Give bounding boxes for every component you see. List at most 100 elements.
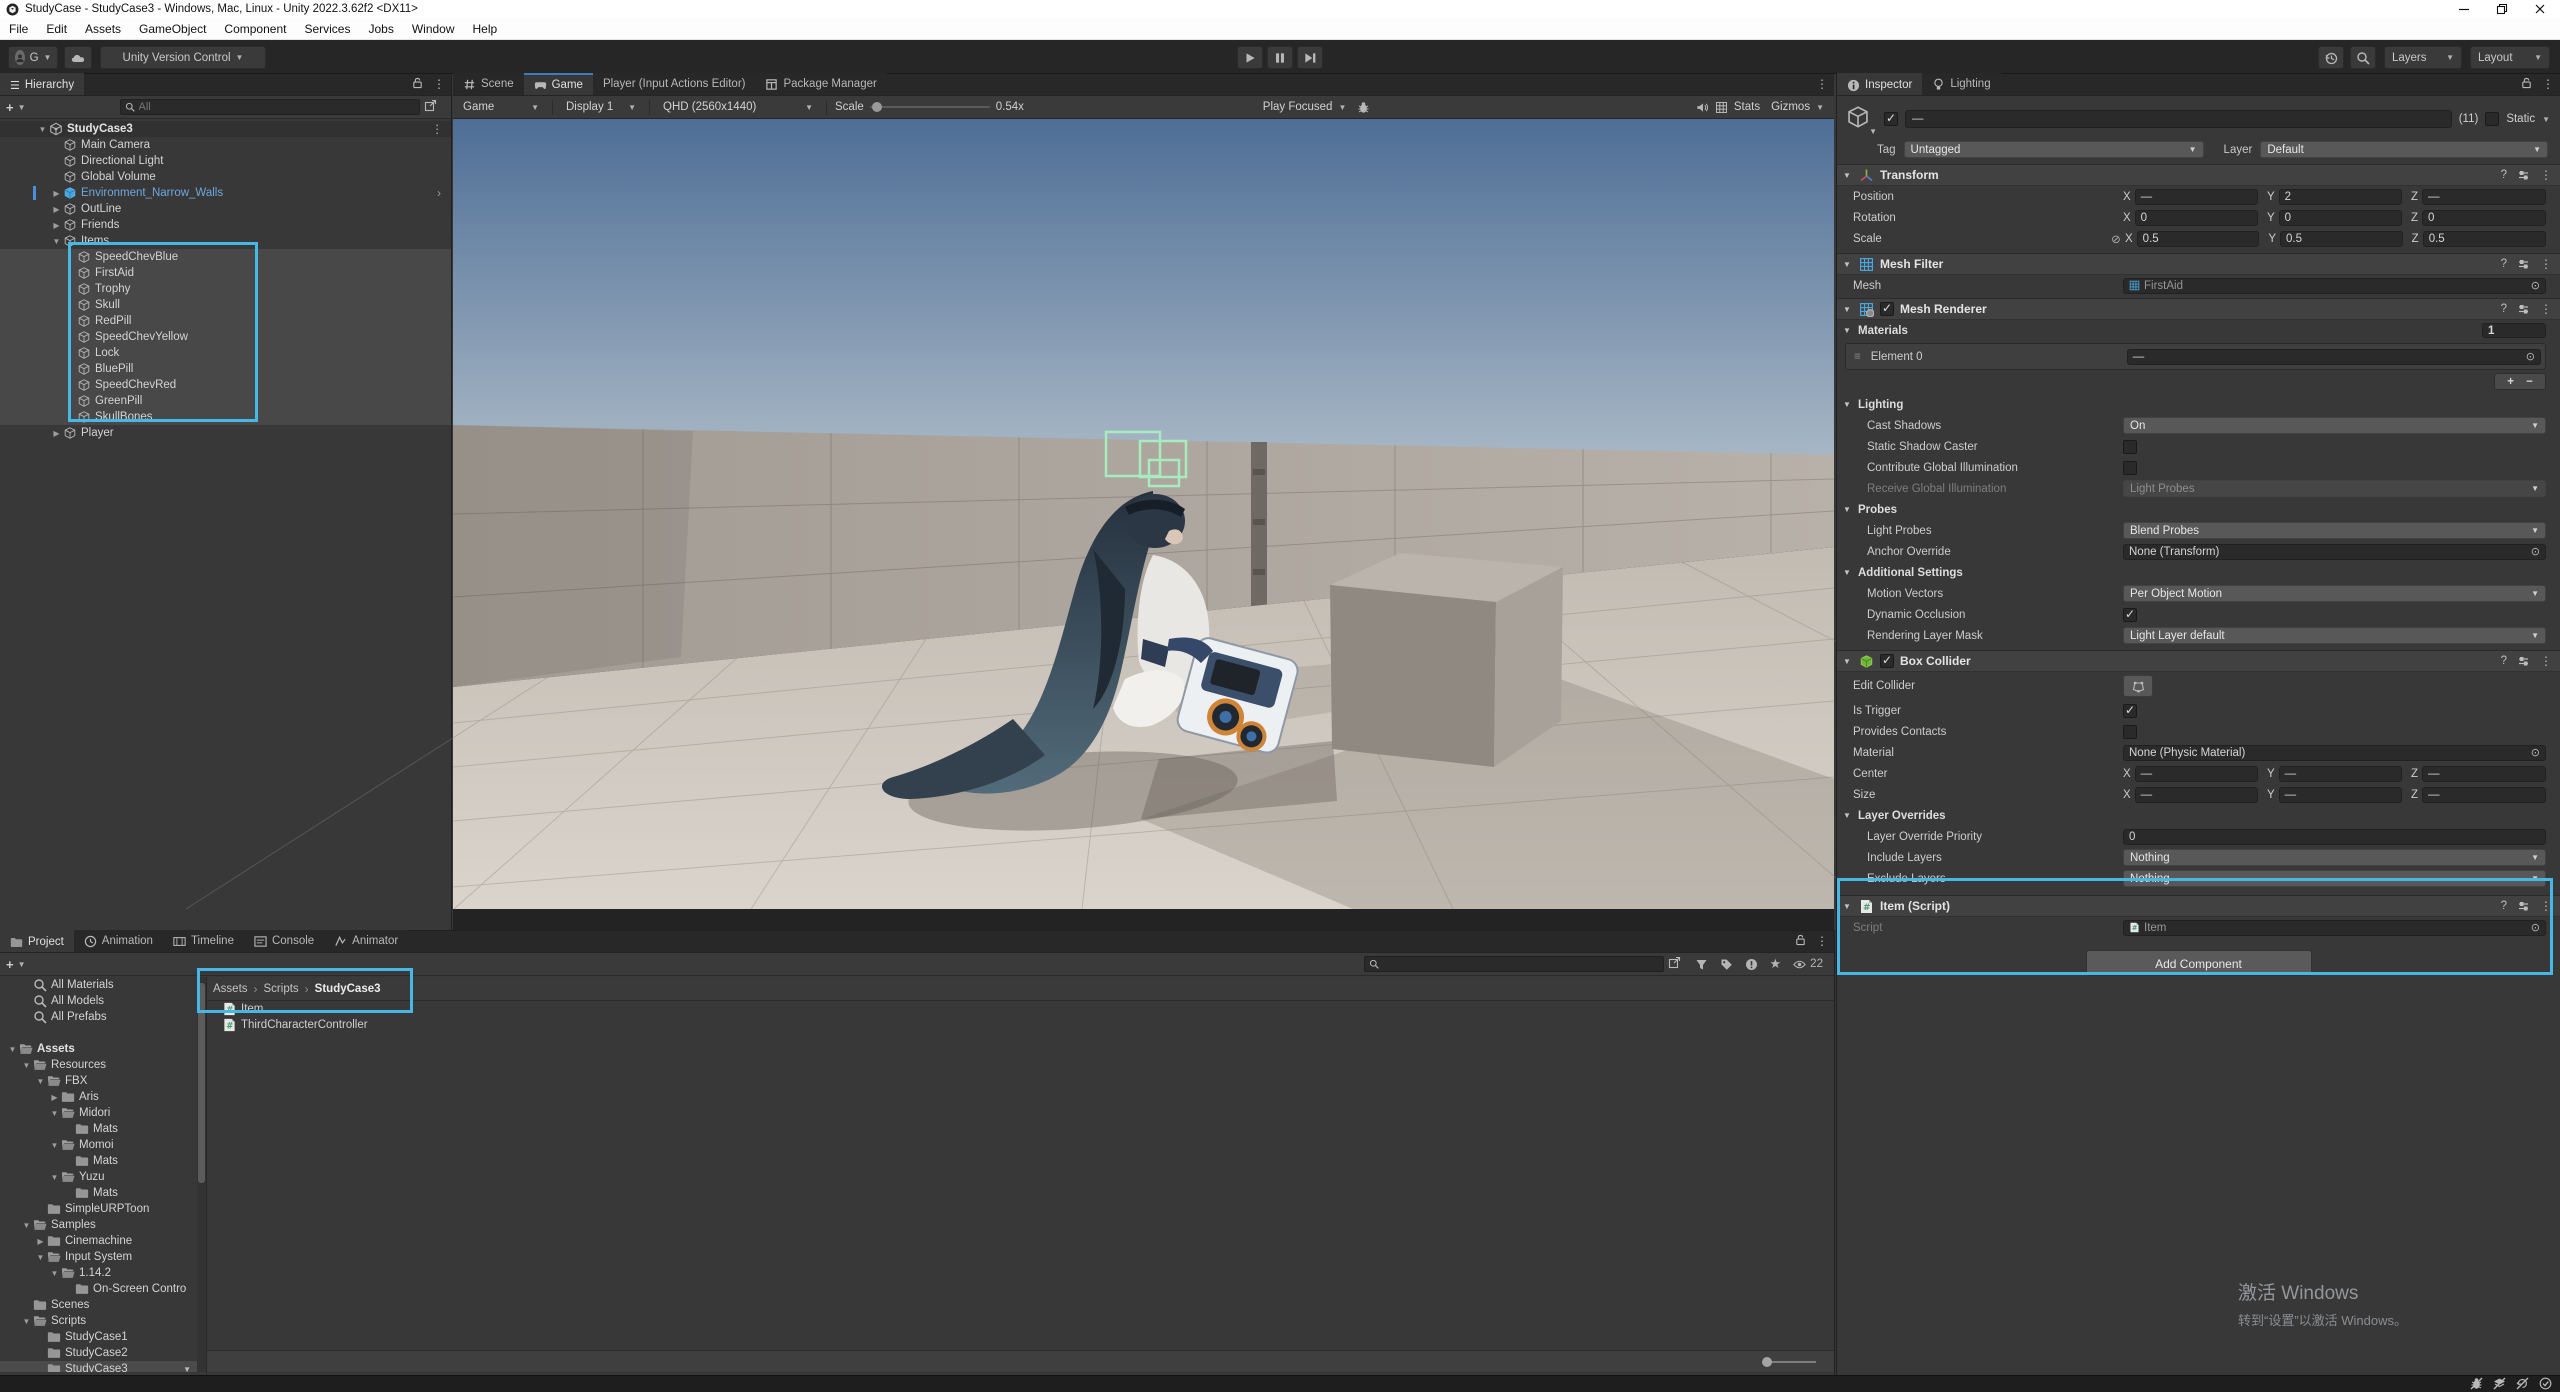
kebab-menu-icon[interactable]: ⋮ — [2540, 654, 2552, 668]
chevron-down-icon[interactable]: ▼ — [18, 103, 26, 112]
position-y-field[interactable]: 2 — [2278, 188, 2402, 205]
hierarchy-row-skullbones[interactable]: SkullBones — [0, 409, 451, 425]
exclude-layers-dropdown[interactable]: Nothing ▼ — [2123, 870, 2546, 887]
drag-handle-icon[interactable]: ≡ — [1850, 351, 1865, 363]
hierarchy-search-input[interactable] — [138, 101, 415, 113]
presets-icon[interactable] — [2517, 655, 2530, 668]
tab-hierarchy[interactable]: ☰ Hierarchy — [0, 73, 85, 95]
project-tree-row-simpleurptoon[interactable]: SimpleURPToon — [0, 1201, 197, 1217]
expand-arrow[interactable]: ▼ — [34, 1077, 47, 1086]
hierarchy-row-skull[interactable]: Skull — [0, 297, 451, 313]
edit-collider-button[interactable] — [2123, 675, 2153, 697]
tab-inspector[interactable]: Inspector — [1837, 73, 1923, 95]
hierarchy-row-items[interactable]: ▼ Items — [0, 233, 451, 249]
item-script-header[interactable]: ▼ Item (Script) ? ⋮ — [1837, 895, 2560, 917]
project-tree-row-studycase3[interactable]: StudyCase3 ▼ — [0, 1361, 197, 1372]
dynamic-occlusion-checkbox[interactable] — [2123, 607, 2137, 622]
hierarchy-row-outline[interactable]: ▶ OutLine — [0, 201, 451, 217]
transform-header[interactable]: ▼ Transform ? ⋮ — [1837, 164, 2560, 186]
step-button[interactable] — [1297, 46, 1323, 69]
materials-foldout[interactable]: ▼ Materials 1 — [1837, 320, 2560, 341]
provides-contacts-checkbox[interactable] — [2123, 724, 2137, 739]
object-picker-icon[interactable]: ⊙ — [2531, 545, 2540, 558]
center-x-field[interactable]: — — [2134, 765, 2258, 782]
play-button[interactable] — [1237, 46, 1263, 69]
layers-dropdown[interactable]: Layers ▼ — [2384, 46, 2462, 69]
lock-icon[interactable] — [412, 77, 423, 92]
open-window-icon[interactable] — [1668, 956, 1681, 972]
expand-arrow[interactable]: ▼ — [20, 1221, 33, 1230]
project-tree-row-scenes[interactable]: Scenes — [0, 1297, 197, 1313]
game-viewport[interactable] — [185, 119, 2355, 910]
expand-arrow[interactable]: ▼ — [36, 125, 49, 134]
expand-arrow[interactable]: ▼ — [48, 1141, 61, 1150]
presets-icon[interactable] — [2517, 303, 2530, 316]
lock-icon[interactable] — [1795, 934, 1806, 949]
additional-settings-foldout[interactable]: ▼ Additional Settings — [1837, 562, 2560, 583]
hierarchy-row-lock[interactable]: Lock — [0, 345, 451, 361]
hierarchy-row-speedchevyellow[interactable]: SpeedChevYellow — [0, 329, 451, 345]
lock-icon[interactable] — [2521, 77, 2532, 92]
project-file-thirdcharactercontroller[interactable]: ThirdCharacterController — [207, 1017, 1834, 1033]
expand-arrow[interactable]: ▼ — [6, 1045, 19, 1054]
kebab-menu-icon[interactable]: ⋮ — [2540, 168, 2552, 182]
search-by-type-icon[interactable] — [1695, 958, 1708, 971]
expand-arrow[interactable]: ▶ — [50, 429, 63, 438]
create-asset-button[interactable]: + — [6, 957, 14, 972]
menu-item-component[interactable]: Component — [215, 22, 295, 36]
expand-arrow[interactable]: ▼ — [50, 237, 63, 246]
chevron-down-icon[interactable]: ▼ — [183, 1365, 191, 1373]
tab-game[interactable]: Game — [523, 73, 593, 95]
expand-arrow[interactable]: ▶ — [50, 189, 63, 198]
menu-item-edit[interactable]: Edit — [37, 22, 76, 36]
size-z-field[interactable]: — — [2422, 786, 2546, 803]
lighting-foldout[interactable]: ▼ Lighting — [1837, 394, 2560, 415]
center-z-field[interactable]: — — [2422, 765, 2546, 782]
layout-dropdown[interactable]: Layout ▼ — [2470, 46, 2550, 69]
kebab-menu-icon[interactable]: ⋮ — [2540, 899, 2552, 913]
scale-x-field[interactable]: 0.5 — [2136, 230, 2260, 247]
project-tree-row-input-system[interactable]: ▼ Input System — [0, 1249, 197, 1265]
close-button[interactable] — [2534, 3, 2546, 15]
is-trigger-checkbox[interactable] — [2123, 703, 2137, 718]
menu-item-assets[interactable]: Assets — [76, 22, 130, 36]
kebab-menu-icon[interactable]: ⋮ — [2540, 302, 2552, 316]
add-material-button[interactable]: + — [2507, 376, 2514, 388]
pause-button[interactable] — [1267, 46, 1293, 69]
scale-z-field[interactable]: 0.5 — [2422, 230, 2546, 247]
hierarchy-row-firstaid[interactable]: FirstAid — [0, 265, 451, 281]
debugger-disabled-icon[interactable] — [2470, 1377, 2483, 1390]
add-gameobject-button[interactable]: + — [6, 100, 14, 115]
project-tree-row-scripts[interactable]: ▼ Scripts — [0, 1313, 197, 1329]
hierarchy-row-greenpill[interactable]: GreenPill — [0, 393, 451, 409]
project-tree-row-studycase1[interactable]: StudyCase1 — [0, 1329, 197, 1345]
presets-icon[interactable] — [2517, 900, 2530, 913]
minimize-button[interactable] — [2458, 3, 2470, 15]
project-tree-row-samples[interactable]: ▼ Samples — [0, 1217, 197, 1233]
project-tree-row-assets[interactable]: ▼ Assets — [0, 1041, 197, 1057]
link-broken-icon[interactable]: ⊘ — [2109, 232, 2123, 246]
scale-slider-thumb[interactable] — [871, 102, 882, 112]
mute-audio-icon[interactable] — [1696, 101, 1709, 114]
help-icon[interactable]: ? — [2501, 258, 2507, 270]
tag-dropdown[interactable]: Untagged ▼ — [1903, 141, 2204, 158]
include-layers-dropdown[interactable]: Nothing ▼ — [2123, 849, 2546, 866]
kebab-menu-icon[interactable]: ⋮ — [2542, 77, 2554, 92]
play-focused-dropdown[interactable]: Play Focused ▼ — [1258, 99, 1352, 116]
layer-override-priority-field[interactable]: 0 — [2123, 828, 2546, 845]
project-tree-row-fbx[interactable]: ▼ FBX — [0, 1073, 197, 1089]
cloud-button[interactable] — [64, 46, 92, 69]
cache-disabled-icon[interactable] — [2493, 1377, 2506, 1390]
expand-arrow[interactable]: ▼ — [20, 1317, 33, 1326]
cast-shadows-dropdown[interactable]: On ▼ — [2123, 417, 2546, 434]
tab-package-manager[interactable]: Package Manager — [755, 73, 887, 95]
game-view-mode-dropdown[interactable]: Game ▼ — [458, 99, 544, 116]
gameobject-icon[interactable]: ▼ — [1845, 104, 1877, 136]
kebab-menu-icon[interactable]: ⋮ — [433, 77, 445, 92]
help-icon[interactable]: ? — [2501, 900, 2507, 912]
unimported-assets-icon[interactable] — [1745, 958, 1758, 971]
center-y-field[interactable]: — — [2278, 765, 2402, 782]
scale-slider[interactable] — [869, 102, 990, 112]
gizmos-dropdown[interactable]: Gizmos ▼ — [1766, 99, 1829, 116]
project-search-input[interactable] — [1382, 958, 1659, 970]
